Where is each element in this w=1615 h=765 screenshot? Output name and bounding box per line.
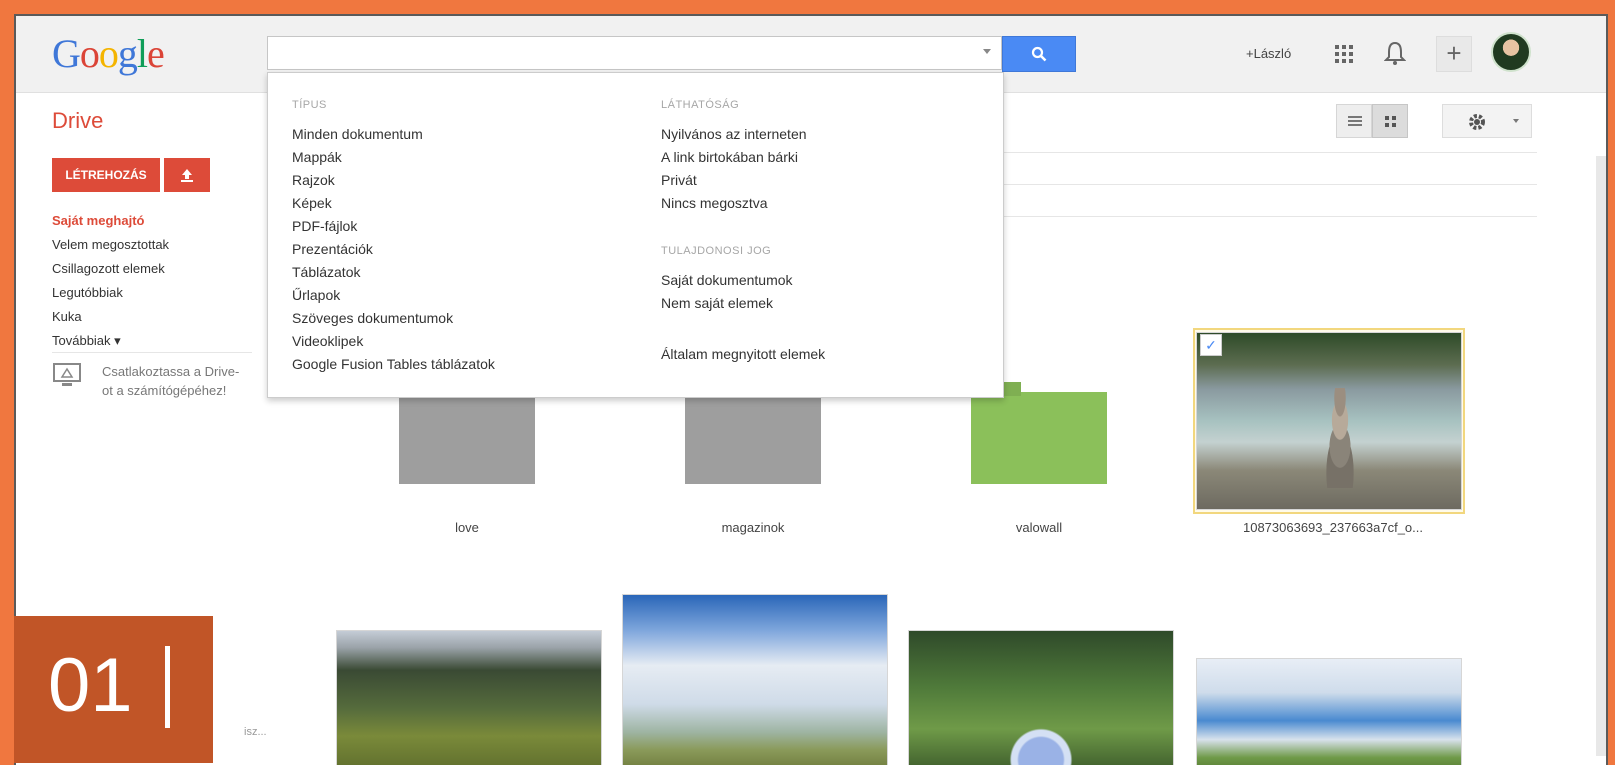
user-profile-link[interactable]: +László [1246,46,1291,61]
chevron-down-icon [1513,119,1519,123]
sidebar-item-more[interactable]: Továbbiak ▾ [52,329,169,353]
upload-icon [181,169,193,182]
apps-grid-icon[interactable] [1334,44,1354,69]
type-option[interactable]: Minden dokumentum [292,123,495,146]
folder-love[interactable] [399,392,535,484]
file-name[interactable]: valowall [929,520,1149,535]
search-icon [1031,46,1047,62]
type-header: TÍPUS [292,99,327,111]
sidebar-item-shared-with-me[interactable]: Velem megosztottak [52,233,169,257]
type-option[interactable]: Google Fusion Tables táblázatok [292,353,495,376]
type-option[interactable]: PDF-fájlok [292,215,495,238]
type-option[interactable]: Rajzok [292,169,495,192]
grid-view-button[interactable] [1372,104,1408,138]
ownership-option[interactable]: Nem saját elemek [661,292,825,315]
google-logo[interactable]: Google [52,30,165,77]
visibility-option[interactable]: Privát [661,169,825,192]
type-filter-column: TÍPUS Minden dokumentum Mappák Rajzok Ké… [292,99,495,376]
step-badge: 01 [14,616,213,763]
type-option[interactable]: Videoklipek [292,330,495,353]
divider [52,352,252,353]
avatar[interactable] [1491,32,1531,72]
type-option[interactable]: Űrlapok [292,284,495,307]
sidebar-item-my-drive[interactable]: Saját meghajtó [52,209,169,233]
connect-drive-text: Csatlakoztassa a Drive-ot a számítógépéh… [102,364,240,398]
step-number: 01 [48,643,133,728]
type-option[interactable]: Prezentációk [292,238,495,261]
computer-icon [53,363,81,386]
type-option[interactable]: Szöveges dokumentumok [292,307,495,330]
search-options-caret-icon[interactable] [983,49,991,54]
gear-icon [1469,114,1485,130]
connect-drive-promo[interactable]: Csatlakoztassa a Drive-ot a számítógépéh… [52,362,239,398]
grid-view-icon [1385,116,1396,127]
folder-valowall[interactable] [971,392,1107,484]
list-view-button[interactable] [1336,104,1372,138]
sidebar-item-starred[interactable]: Csillagozott elemek [52,257,169,281]
upload-button[interactable] [164,158,210,192]
search-button[interactable] [1002,36,1076,72]
search-input[interactable] [267,36,1002,70]
type-option[interactable]: Mappák [292,146,495,169]
search-options-dropdown: TÍPUS Minden dokumentum Mappák Rajzok Ké… [267,72,1004,398]
drive-window: Google +László + Drive LÉTREHOZÁS Saját … [14,14,1608,765]
visibility-filter-column: LÁTHATÓSÁG Nyilvános az interneten A lin… [661,99,825,366]
sidebar-item-recent[interactable]: Legutóbbiak [52,281,169,305]
image-thumbnail-forest[interactable] [336,630,602,765]
opened-by-me-option[interactable]: Általam megnyitott elemek [661,343,825,366]
badge-divider [165,646,170,728]
bell-icon[interactable] [1383,40,1407,71]
share-plus-button[interactable]: + [1436,36,1472,72]
visibility-option[interactable]: A link birtokában bárki [661,146,825,169]
file-name[interactable]: magazinok [643,520,863,535]
sidebar-item-trash[interactable]: Kuka [52,305,169,329]
drive-title[interactable]: Drive [52,108,103,134]
list-view-icon [1348,116,1362,126]
stone-stack [1312,388,1368,488]
visibility-option[interactable]: Nyilvános az interneten [661,123,825,146]
type-option[interactable]: Képek [292,192,495,215]
visibility-header: LÁTHATÓSÁG [661,99,740,111]
checkbox-checked-icon[interactable]: ✓ [1200,334,1222,356]
image-thumbnail-thistle[interactable] [908,630,1174,765]
image-thumbnail-hills[interactable] [1196,658,1462,765]
file-name[interactable]: love [357,520,577,535]
create-button[interactable]: LÉTREHOZÁS [52,158,160,192]
ownership-option[interactable]: Saját dokumentumok [661,269,825,292]
image-thumbnail-sky-road[interactable] [622,594,888,765]
type-option[interactable]: Táblázatok [292,261,495,284]
visibility-option[interactable]: Nincs megosztva [661,192,825,215]
file-name[interactable]: 10873063693_237663a7cf_o... [1218,520,1448,535]
scrollbar[interactable] [1596,156,1606,756]
ownership-header: TULAJDONOSI JOG [661,245,772,257]
truncated-text: isz... [244,726,267,738]
folder-magazinok[interactable] [685,392,821,484]
settings-button[interactable] [1442,104,1532,138]
sidebar-nav: Saját meghajtó Velem megosztottak Csilla… [52,209,169,353]
